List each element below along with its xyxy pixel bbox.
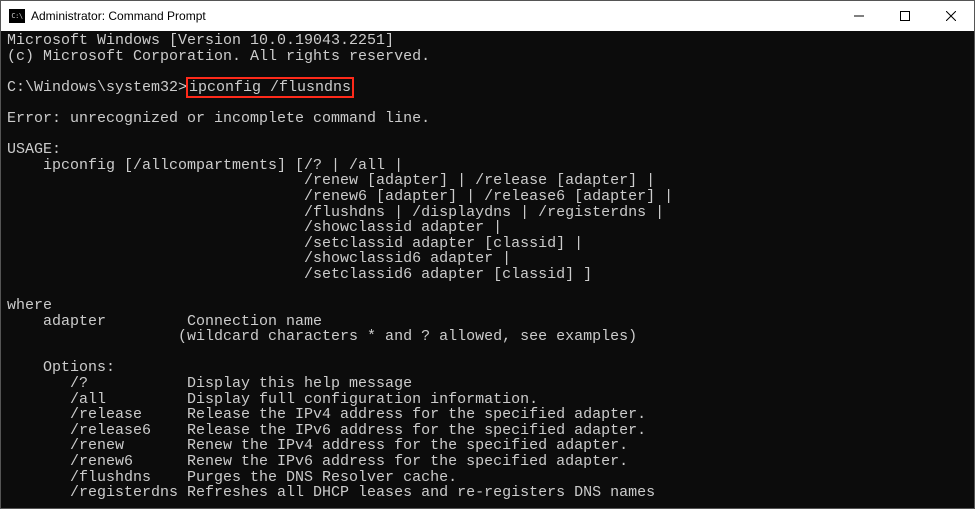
typed-command: ipconfig /flusndns xyxy=(186,77,354,98)
title-left: Administrator: Command Prompt xyxy=(1,9,206,23)
terminal-line: USAGE: xyxy=(7,142,968,158)
terminal[interactable]: Microsoft Windows [Version 10.0.19043.22… xyxy=(1,31,974,508)
terminal-line: ipconfig [/allcompartments] [/? | /all | xyxy=(7,158,968,174)
terminal-line: /all Display full configuration informat… xyxy=(7,392,968,408)
terminal-line: adapter Connection name xyxy=(7,314,968,330)
terminal-line: /showclassid adapter | xyxy=(7,220,968,236)
terminal-line xyxy=(7,95,968,111)
terminal-line: /renew [adapter] | /release [adapter] | xyxy=(7,173,968,189)
terminal-line: (wildcard characters * and ? allowed, se… xyxy=(7,329,968,345)
close-button[interactable] xyxy=(928,1,974,31)
terminal-line: /flushdns Purges the DNS Resolver cache. xyxy=(7,470,968,486)
terminal-line xyxy=(7,345,968,361)
maximize-icon xyxy=(900,11,910,21)
terminal-line: /renew6 Renew the IPv6 address for the s… xyxy=(7,454,968,470)
terminal-line: (c) Microsoft Corporation. All rights re… xyxy=(7,49,968,65)
terminal-line: /release6 Release the IPv6 address for t… xyxy=(7,423,968,439)
terminal-line xyxy=(7,283,968,299)
terminal-line: Microsoft Windows [Version 10.0.19043.22… xyxy=(7,33,968,49)
terminal-line: /release Release the IPv4 address for th… xyxy=(7,407,968,423)
window-controls xyxy=(836,1,974,31)
close-icon xyxy=(946,11,956,21)
terminal-line: /? Display this help message xyxy=(7,376,968,392)
terminal-line: /flushdns | /displaydns | /registerdns | xyxy=(7,205,968,221)
terminal-line: Error: unrecognized or incomplete comman… xyxy=(7,111,968,127)
terminal-line: where xyxy=(7,298,968,314)
terminal-line: /registerdns Refreshes all DHCP leases a… xyxy=(7,485,968,501)
cmd-icon xyxy=(9,9,25,23)
minimize-icon xyxy=(854,11,864,21)
terminal-line xyxy=(7,127,968,143)
terminal-line: /setclassid adapter [classid] | xyxy=(7,236,968,252)
terminal-line: C:\Windows\system32>ipconfig /flusndns xyxy=(7,80,968,96)
window-title: Administrator: Command Prompt xyxy=(31,9,206,23)
terminal-line: /renew Renew the IPv4 address for the sp… xyxy=(7,438,968,454)
maximize-button[interactable] xyxy=(882,1,928,31)
terminal-line xyxy=(7,64,968,80)
minimize-button[interactable] xyxy=(836,1,882,31)
terminal-line: Options: xyxy=(7,360,968,376)
terminal-line: /renew6 [adapter] | /release6 [adapter] … xyxy=(7,189,968,205)
terminal-line: /setclassid6 adapter [classid] ] xyxy=(7,267,968,283)
window: Administrator: Command Prompt Microsoft … xyxy=(0,0,975,509)
titlebar: Administrator: Command Prompt xyxy=(1,1,974,31)
prompt: C:\Windows\system32> xyxy=(7,79,187,96)
terminal-line: /showclassid6 adapter | xyxy=(7,251,968,267)
